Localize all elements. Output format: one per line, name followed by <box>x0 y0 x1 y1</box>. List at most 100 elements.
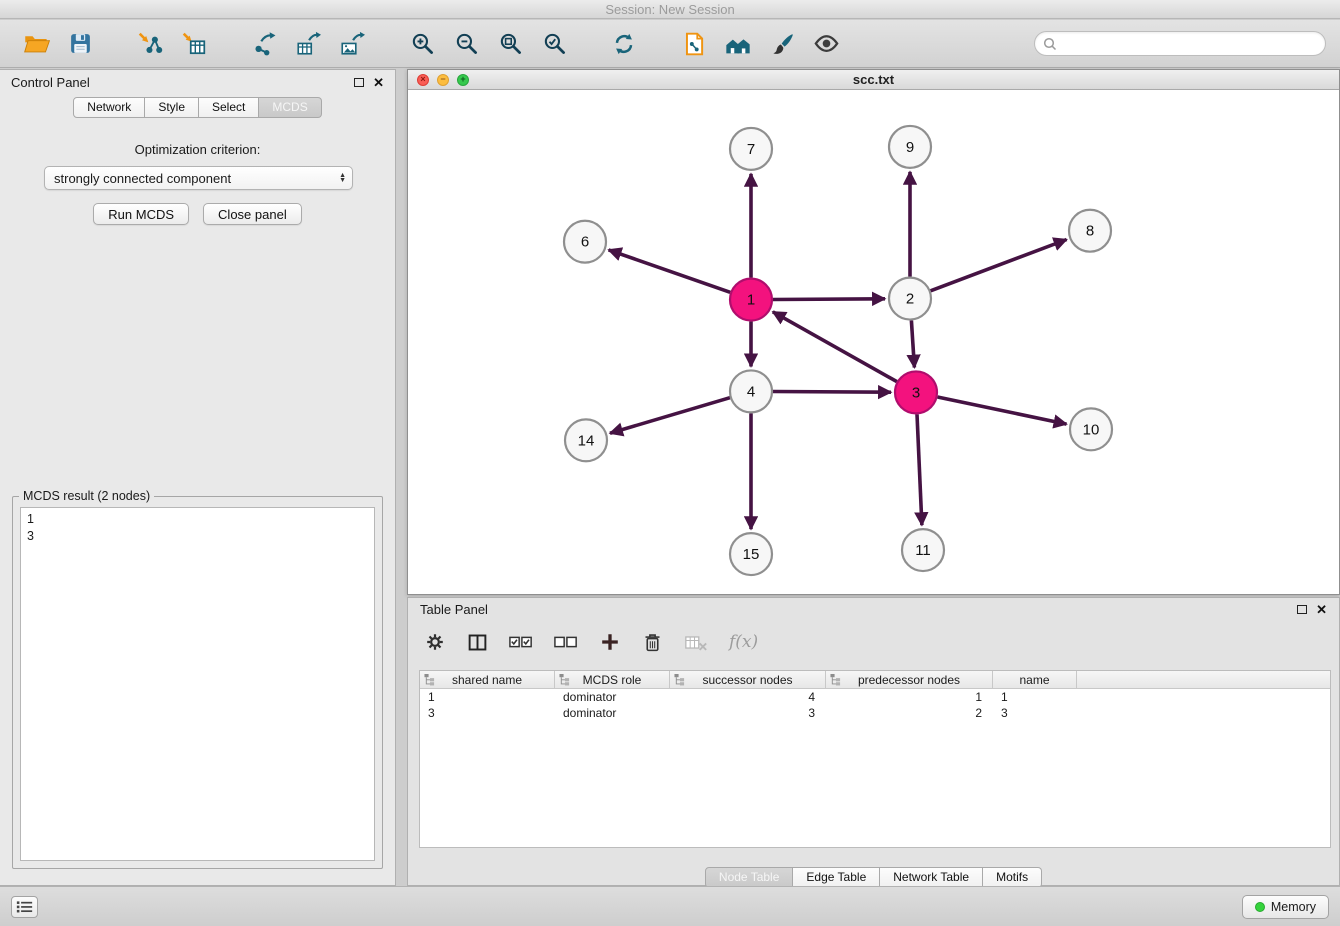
search-input[interactable] <box>1062 36 1317 52</box>
hierarchy-icon <box>559 673 570 686</box>
refresh-button[interactable] <box>602 25 646 63</box>
show-hide-button[interactable] <box>804 25 848 63</box>
graph-edge-1-2[interactable] <box>773 299 885 300</box>
memory-button[interactable]: Memory <box>1242 895 1329 919</box>
column-label: successor nodes <box>702 673 792 687</box>
control-panel: Control Panel Network Style Select MCDS … <box>0 69 396 886</box>
graph-edge-3-10[interactable] <box>938 397 1067 424</box>
tab-edge-table[interactable]: Edge Table <box>793 867 880 888</box>
style-brush-button[interactable] <box>760 25 804 63</box>
cell-name[interactable]: 1 <box>993 690 1077 704</box>
cell-successor-nodes[interactable]: 3 <box>670 706 826 720</box>
dropdown-stepper-icon: ▲▼ <box>339 173 346 183</box>
tab-network-table[interactable]: Network Table <box>880 867 983 888</box>
column-header-name[interactable]: name <box>993 671 1077 688</box>
add-column-button[interactable] <box>599 631 621 653</box>
cell-shared-name[interactable]: 1 <box>420 690 555 704</box>
cell-shared-name[interactable]: 3 <box>420 706 555 720</box>
hierarchy-icon <box>674 673 685 686</box>
status-bar: Memory <box>0 886 1340 926</box>
select-all-button[interactable] <box>509 633 533 651</box>
close-panel-icon[interactable] <box>1316 603 1327 616</box>
cell-successor-nodes[interactable]: 4 <box>670 690 826 704</box>
export-image-icon <box>339 31 365 57</box>
hierarchy-icon <box>424 673 435 686</box>
delete-table-button-disabled <box>684 632 708 653</box>
save-session-button[interactable] <box>58 25 102 63</box>
cell-mcds-role[interactable]: dominator <box>555 690 670 704</box>
table-row[interactable]: 3 dominator 3 2 3 <box>420 705 1330 721</box>
deselect-all-button[interactable] <box>554 633 578 651</box>
cell-name[interactable]: 3 <box>993 706 1077 720</box>
graph-edge-4-14[interactable] <box>610 398 730 434</box>
tab-motifs[interactable]: Motifs <box>983 867 1042 888</box>
graph-edge-4-3[interactable] <box>773 392 891 393</box>
cell-mcds-role[interactable]: dominator <box>555 706 670 720</box>
network-canvas[interactable]: 7968124314101511 <box>408 91 1339 594</box>
show-panels-button[interactable] <box>11 896 38 918</box>
graph-edge-1-6[interactable] <box>609 250 731 292</box>
mcds-result-groupbox: MCDS result (2 nodes) 1 3 <box>12 496 383 869</box>
float-panel-icon[interactable] <box>1297 605 1307 614</box>
column-header-successor-nodes[interactable]: successor nodes <box>670 671 826 688</box>
home-pair-button[interactable] <box>716 25 760 63</box>
document-network-button[interactable] <box>672 25 716 63</box>
graph-edge-3-11[interactable] <box>917 414 922 525</box>
window-close-icon[interactable] <box>417 74 429 86</box>
import-table-icon <box>181 31 207 57</box>
zoom-out-button[interactable] <box>444 25 488 63</box>
graph-node-label: 10 <box>1083 421 1100 438</box>
close-panel-button[interactable]: Close panel <box>203 203 302 225</box>
tab-mcds[interactable]: MCDS <box>259 97 321 118</box>
vertical-splitter[interactable] <box>396 69 407 886</box>
import-network-button[interactable] <box>128 25 172 63</box>
export-network-button[interactable] <box>242 25 286 63</box>
plus-icon <box>599 631 621 653</box>
network-graph-svg: 7968124314101511 <box>408 91 1339 594</box>
toolbar-search[interactable] <box>1034 31 1326 56</box>
window-minimize-icon[interactable] <box>437 74 449 86</box>
search-icon <box>1043 37 1057 51</box>
memory-button-label: Memory <box>1271 900 1316 914</box>
table-row[interactable]: 1 dominator 4 1 1 <box>420 689 1330 705</box>
zoom-selected-button[interactable] <box>532 25 576 63</box>
float-panel-icon[interactable] <box>354 78 364 87</box>
tab-node-table[interactable]: Node Table <box>705 867 794 888</box>
main-toolbar <box>0 20 1340 68</box>
export-image-button[interactable] <box>330 25 374 63</box>
zoom-in-button[interactable] <box>400 25 444 63</box>
tab-select[interactable]: Select <box>199 97 259 118</box>
column-header-predecessor-nodes[interactable]: predecessor nodes <box>826 671 993 688</box>
export-table-button[interactable] <box>286 25 330 63</box>
graph-edge-2-3[interactable] <box>911 321 914 368</box>
zoom-fit-button[interactable] <box>488 25 532 63</box>
window-zoom-icon[interactable] <box>457 74 469 86</box>
graph-node-label: 11 <box>915 542 931 559</box>
cell-predecessor-nodes[interactable]: 2 <box>826 706 993 720</box>
node-table: shared name MCDS role successor nodes pr… <box>419 670 1331 848</box>
window-title: Session: New Session <box>605 2 734 17</box>
table-settings-button[interactable] <box>424 631 446 653</box>
run-mcds-button[interactable]: Run MCDS <box>93 203 189 225</box>
home-pair-icon <box>724 30 752 58</box>
graph-edge-3-1[interactable] <box>773 312 897 382</box>
mcds-result-list[interactable]: 1 3 <box>20 507 375 861</box>
graph-node-label: 8 <box>1086 223 1094 240</box>
column-header-shared-name[interactable]: shared name <box>420 671 555 688</box>
zoom-selected-icon <box>542 31 567 56</box>
close-panel-icon[interactable] <box>373 76 384 89</box>
split-view-button[interactable] <box>467 632 488 653</box>
tab-style[interactable]: Style <box>145 97 199 118</box>
criterion-dropdown-value: strongly connected component <box>54 171 231 186</box>
zoom-in-icon <box>410 31 435 56</box>
export-table-icon <box>295 31 321 57</box>
optimization-criterion-label: Optimization criterion: <box>0 142 395 157</box>
delete-column-button[interactable] <box>642 632 663 653</box>
tab-network[interactable]: Network <box>73 97 145 118</box>
open-session-button[interactable] <box>14 25 58 63</box>
column-header-mcds-role[interactable]: MCDS role <box>555 671 670 688</box>
cell-predecessor-nodes[interactable]: 1 <box>826 690 993 704</box>
criterion-dropdown[interactable]: strongly connected component ▲▼ <box>44 166 353 190</box>
import-table-button[interactable] <box>172 25 216 63</box>
graph-edge-2-8[interactable] <box>931 240 1067 291</box>
